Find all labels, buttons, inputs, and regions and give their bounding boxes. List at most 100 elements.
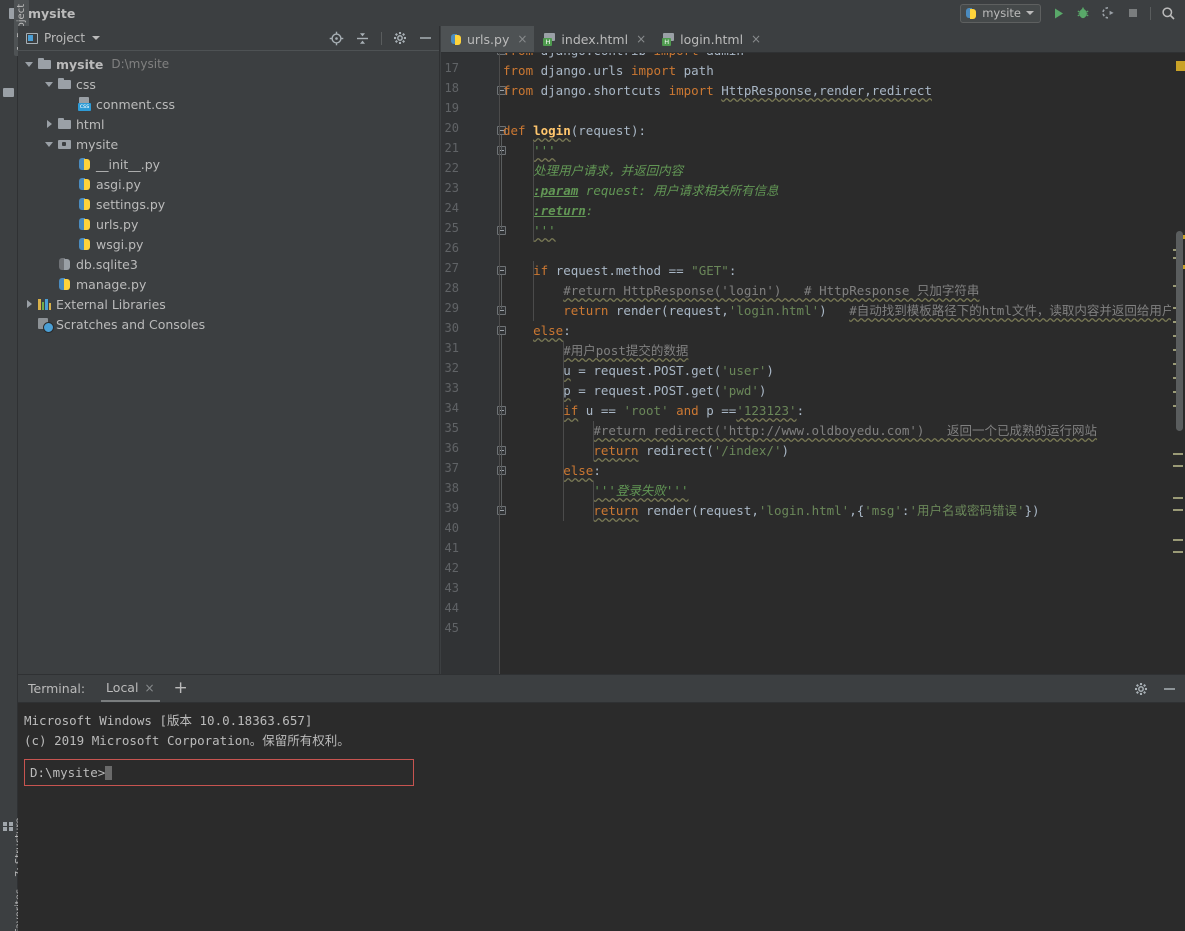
code-line[interactable]: #return HttpResponse('login') # HttpResp… (499, 281, 979, 301)
code-line[interactable]: 处理用户请求，并返回内容 (499, 161, 683, 181)
close-icon[interactable]: × (517, 32, 527, 46)
html-file-icon (662, 32, 675, 46)
chevron-down-icon[interactable] (24, 59, 35, 70)
tree-item-mysite[interactable]: mysite (18, 134, 439, 154)
code-line[interactable]: #return redirect('http://www.oldboyedu.c… (499, 421, 1097, 441)
chevron-down-icon[interactable] (44, 139, 55, 150)
project-panel-header: Project (18, 26, 439, 51)
code-line[interactable] (499, 601, 503, 621)
folder-icon (3, 88, 14, 97)
project-tree[interactable]: mysite D:\mysite cssconment.css html mysite _… (18, 51, 439, 334)
code-line[interactable]: return redirect('/index/') (499, 441, 789, 461)
typo-marker[interactable] (1173, 497, 1183, 499)
chevron-right-icon[interactable] (44, 119, 55, 130)
code-line[interactable]: return render(request,'login.html',{'msg… (499, 501, 1039, 521)
collapse-all-icon[interactable] (355, 31, 370, 46)
tree-item-settings-py[interactable]: settings.py (18, 194, 439, 214)
typo-marker[interactable] (1173, 509, 1183, 511)
code-line[interactable]: else: (499, 321, 571, 341)
code-line[interactable]: ''' (499, 221, 556, 241)
chevron-down-icon[interactable] (44, 79, 55, 90)
new-terminal-button[interactable]: + (174, 680, 188, 697)
editor-tab-urls-py[interactable]: urls.py × (441, 26, 535, 52)
locate-icon[interactable] (329, 31, 344, 46)
tree-item--init-py[interactable]: __init__.py (18, 154, 439, 174)
vertical-scrollbar[interactable] (1176, 231, 1183, 431)
typo-marker[interactable] (1173, 551, 1183, 553)
line-number: 30 (444, 321, 459, 335)
chevron-down-icon[interactable] (92, 36, 101, 40)
tree-item-db-sqlite3[interactable]: db.sqlite3 (18, 254, 439, 274)
typo-marker[interactable] (1173, 539, 1183, 541)
code-line[interactable]: from django.shortcuts import HttpRespons… (499, 81, 932, 101)
code-line[interactable]: :return: (499, 201, 593, 221)
close-icon[interactable]: × (144, 681, 154, 695)
chevron-right-icon[interactable] (24, 299, 35, 310)
code-line[interactable]: if u == 'root' and p =='123123': (499, 401, 804, 421)
editor-tab-login-html[interactable]: login.html × (653, 26, 768, 52)
code-line[interactable]: u = request.POST.get('user') (499, 361, 774, 381)
tree-item-wsgi-py[interactable]: wsgi.py (18, 234, 439, 254)
code-line[interactable]: #用户post提交的数据 (499, 341, 688, 361)
run-configuration-selector[interactable]: mysite (960, 3, 1041, 23)
code-line[interactable] (499, 561, 503, 581)
python-file-icon (965, 7, 977, 20)
code-line[interactable]: else: (499, 461, 601, 481)
code-line[interactable]: from django.urls import path (499, 61, 714, 81)
code-line[interactable]: if request.method == "GET": (499, 261, 736, 281)
terminal-output[interactable]: Microsoft Windows [版本 10.0.18363.657] (c… (18, 703, 1185, 931)
tree-item-asgi-py[interactable]: asgi.py (18, 174, 439, 194)
tree-item-conment-css[interactable]: conment.css (18, 94, 439, 114)
code-line[interactable]: p = request.POST.get('pwd') (499, 381, 766, 401)
tree-item-external-libraries[interactable]: External Libraries (18, 294, 439, 314)
tree-item-manage-py[interactable]: manage.py (18, 274, 439, 294)
editor-marker-scrollbar[interactable] (1171, 53, 1185, 674)
run-with-coverage-button[interactable] (1100, 5, 1116, 21)
terminal-prompt-text: D:\mysite> (30, 765, 106, 780)
code-line[interactable]: from django.contrib import admin (499, 53, 744, 61)
typo-marker[interactable] (1173, 465, 1183, 467)
tree-item-html[interactable]: html (18, 114, 439, 134)
code-line[interactable]: ''' (499, 141, 556, 161)
search-icon[interactable] (1160, 5, 1176, 21)
line-number: 45 (444, 621, 459, 635)
scratches-icon (37, 317, 54, 333)
terminal-tab-local[interactable]: Local × (101, 675, 160, 702)
editor-tab-index-html[interactable]: index.html × (534, 26, 653, 52)
code-line[interactable]: def login(request): (499, 121, 646, 141)
debug-button[interactable] (1075, 5, 1091, 21)
gear-icon[interactable] (1134, 682, 1148, 696)
code-line[interactable] (499, 581, 503, 601)
tree-item-mysite[interactable]: mysite D:\mysite (18, 54, 439, 74)
tree-item-path: D:\mysite (111, 57, 170, 71)
hide-icon[interactable] (418, 31, 433, 45)
editor-tab-bar: urls.py × index.html × login.html × (441, 26, 1185, 53)
code-line[interactable]: return render(request,'login.html') #自动找… (499, 301, 1174, 321)
close-icon[interactable]: × (636, 32, 646, 46)
line-number: 38 (444, 481, 459, 495)
typo-marker[interactable] (1173, 453, 1183, 455)
run-button[interactable] (1050, 5, 1066, 21)
structure-icon (3, 822, 14, 831)
close-icon[interactable]: × (751, 32, 761, 46)
gear-icon[interactable] (393, 31, 407, 45)
code-line[interactable] (499, 621, 503, 641)
code-line[interactable] (499, 101, 503, 121)
editor-tab-label: urls.py (467, 31, 510, 47)
terminal-prompt[interactable]: D:\mysite> (24, 759, 414, 786)
tree-item-scratches-and-consoles[interactable]: Scratches and Consoles (18, 314, 439, 334)
tree-item-urls-py[interactable]: urls.py (18, 214, 439, 234)
code-line[interactable] (499, 541, 503, 561)
tree-item-css[interactable]: css (18, 74, 439, 94)
code-line[interactable] (499, 521, 503, 541)
code-line[interactable] (499, 241, 503, 261)
tree-item-label: settings.py (96, 196, 166, 212)
python-file-icon (77, 197, 92, 211)
hide-icon[interactable] (1162, 682, 1177, 696)
warning-marker[interactable] (1176, 61, 1185, 71)
code-editor[interactable]: 16 17 18 19 20 21 22 23 24 25 26 27 28 29 30 31 32 33 34 35… (441, 53, 1185, 674)
code-content[interactable]: from django.contrib import adminfrom dja… (499, 53, 1185, 674)
stop-button[interactable] (1125, 5, 1141, 21)
code-line[interactable]: :param request: 用户请求相关所有信息 (499, 181, 778, 201)
